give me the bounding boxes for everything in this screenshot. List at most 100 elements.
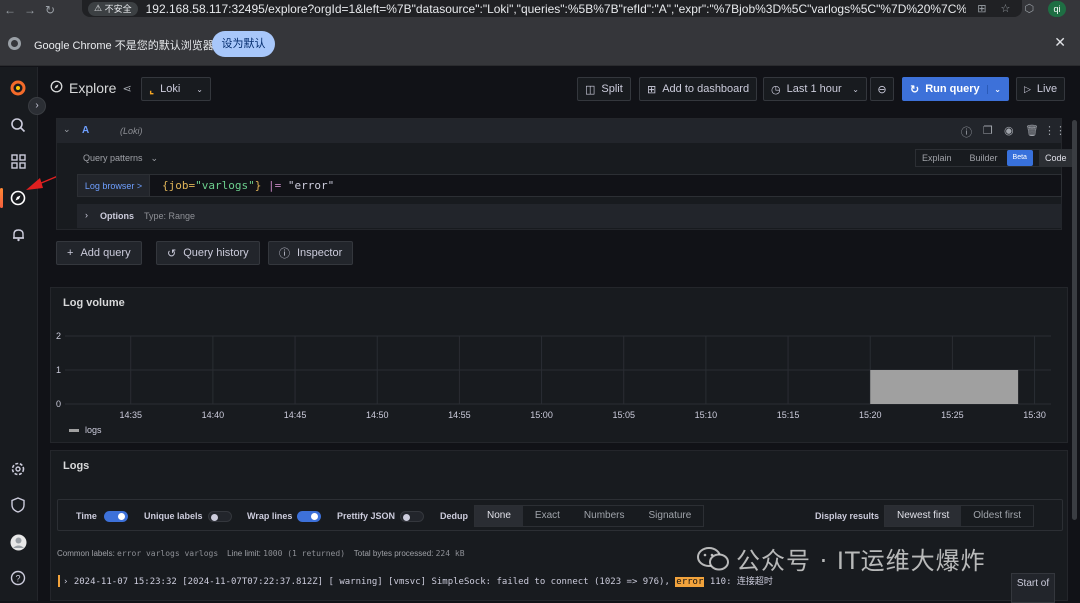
wrap-lines-toggle[interactable] [297, 511, 321, 522]
grafana-logo-icon[interactable] [7, 77, 29, 99]
query-options-row[interactable]: › Options Type: Range [77, 204, 1062, 228]
split-columns-icon: ◫ [585, 83, 596, 96]
page-scrollbar[interactable] [1072, 120, 1077, 520]
start-of-range-button[interactable]: Start of [1011, 573, 1055, 603]
chevron-right-icon: › [63, 577, 69, 587]
apps-grid-icon: ⊞ [647, 83, 657, 96]
query-patterns-dropdown[interactable]: Query patterns ⌄ [83, 153, 158, 164]
query-history-label: Query history [183, 247, 249, 259]
x-tick-label: 15:05 [612, 410, 635, 420]
default-browser-infobar: Google Chrome 不是您的默认浏览器 设为默认 ✕ [0, 20, 1080, 66]
legend-label: logs [85, 425, 102, 435]
log-row[interactable]: › 2024-11-07 15:23:32 [2024-11-07T07:22:… [59, 574, 773, 587]
url-text[interactable]: 192.168.58.117:32495/explore?orgId=1&lef… [146, 2, 966, 16]
query-editor[interactable]: Log browser > {job="varlogs"} |= "error" [77, 174, 1062, 197]
x-tick-label: 14:45 [284, 410, 307, 420]
options-label: Options [100, 211, 134, 221]
common-labels-value: error varlogs varlogs [117, 549, 219, 558]
order-oldest-first[interactable]: Oldest first [961, 506, 1033, 526]
zoom-out-button[interactable]: ⊖ [870, 77, 894, 101]
svg-text:?: ? [15, 574, 20, 584]
query-ref-id[interactable]: A [82, 125, 89, 136]
dedup-exact[interactable]: Exact [523, 506, 572, 526]
loki-logo-icon: ⌞ [149, 83, 155, 96]
expand-sidenav-button[interactable]: › [28, 97, 46, 115]
set-default-button[interactable]: 设为默认 [212, 31, 275, 57]
run-query-label: Run query [925, 83, 980, 95]
eye-icon[interactable]: ◉ [1004, 124, 1014, 137]
time-toggle[interactable] [104, 511, 128, 522]
dedup-numbers[interactable]: Numbers [572, 506, 637, 526]
unique-labels-toggle[interactable] [208, 511, 232, 522]
common-labels-label: Common labels: [57, 549, 115, 558]
query-row-a: ⌄ A (Loki) ⓘ ❐ ◉ 🗑 ⋮⋮ Query patterns ⌄ E… [56, 118, 1074, 230]
code-filter-value: "error" [287, 179, 335, 192]
reload-icon[interactable]: ↻ [40, 3, 60, 17]
dedup-signature[interactable]: Signature [637, 506, 704, 526]
log-volume-chart[interactable]: 0 1 2 14:35 14:40 14:45 14:50 14:55 15:00 15:05 15… [51, 318, 1067, 442]
mode-builder[interactable]: Builder Beta [958, 150, 1039, 166]
url-field[interactable]: ⚠ 不安全 192.168.58.117:32495/explore?orgId… [82, 0, 1022, 17]
not-secure-badge[interactable]: ⚠ 不安全 [88, 1, 138, 16]
order-newest-first[interactable]: Newest first [885, 506, 962, 526]
result-order-options: Newest first Oldest first [884, 505, 1035, 527]
duplicate-icon[interactable]: ❐ [983, 124, 993, 137]
bytes-processed-value: 224 kB [435, 549, 465, 558]
translate-icon[interactable]: ⊞ [977, 2, 986, 15]
collapse-chevron-icon[interactable]: ⌄ [63, 124, 71, 135]
x-tick-label: 14:50 [366, 410, 389, 420]
editor-mode-switch: Explain Builder Beta Code [915, 149, 1074, 167]
alerting-bell-icon[interactable] [7, 223, 29, 245]
dedup-none[interactable]: None [475, 506, 523, 526]
inspector-button[interactable]: ⓘ Inspector [268, 241, 354, 265]
query-datasource-tag: (Loki) [120, 126, 143, 136]
datasource-picker[interactable]: ⌞ Loki ⌄ [141, 77, 211, 101]
run-query-button[interactable]: ↻ Run query ⌄ [902, 77, 1009, 101]
forward-icon[interactable]: → [20, 3, 40, 17]
chart-legend[interactable]: logs [69, 425, 102, 435]
zoom-out-icon: ⊖ [877, 83, 887, 96]
server-admin-shield-icon[interactable] [7, 494, 29, 516]
profile-avatar[interactable]: qi [1048, 0, 1066, 17]
add-to-dashboard-button[interactable]: ⊞ Add to dashboard [639, 77, 758, 101]
mode-code[interactable]: Code [1038, 150, 1073, 166]
x-tick-label: 14:40 [202, 410, 225, 420]
chevron-down-icon: ⌄ [150, 153, 159, 163]
trash-icon[interactable]: 🗑 [1025, 124, 1039, 137]
mode-explain[interactable]: Explain [916, 150, 958, 166]
x-tick-label: 15:15 [777, 410, 800, 420]
time-range-label: Last 1 hour [786, 83, 842, 95]
split-button[interactable]: ◫ Split [577, 77, 631, 101]
help-icon[interactable]: ? [7, 567, 29, 589]
add-query-button[interactable]: + Add query [56, 241, 142, 265]
split-label: Split [601, 83, 623, 95]
chevron-down-icon[interactable]: ⌄ [987, 84, 1001, 94]
query-history-button[interactable]: ↺ Query history [156, 241, 260, 265]
extension-icon[interactable]: ⬡ [1024, 2, 1034, 15]
bookmark-star-icon[interactable]: ☆ [1001, 2, 1011, 15]
query-code[interactable]: {job="varlogs"} |= "error" [162, 179, 334, 192]
drag-handle-icon[interactable]: ⋮⋮ [1044, 124, 1066, 137]
live-button[interactable]: ▷ Live [1016, 77, 1066, 101]
options-type: Type: Range [144, 211, 196, 221]
log-browser-button[interactable]: Log browser > [78, 175, 150, 196]
unique-labels-toggle-label: Unique labels [144, 511, 203, 521]
prettify-json-toggle[interactable] [400, 511, 424, 522]
explore-toolbar: Explore ⋖ ⌞ Loki ⌄ ◫ Split ⊞ Add to dash… [38, 67, 1080, 109]
share-icon[interactable]: ⋖ [122, 82, 131, 95]
configuration-gear-icon[interactable] [7, 458, 29, 480]
back-icon[interactable]: ← [0, 3, 20, 17]
logs-title: Logs [63, 460, 90, 472]
help-icon[interactable]: ⓘ [961, 124, 972, 140]
y-tick-label: 1 [56, 365, 61, 375]
volume-bar [870, 370, 1019, 404]
user-avatar[interactable] [7, 531, 29, 553]
dedup-label: Dedup [440, 511, 468, 521]
watermark: 公众号 · IT运维大爆炸 [696, 541, 986, 576]
close-icon[interactable]: ✕ [1054, 34, 1066, 51]
code-selector-close: } [254, 179, 262, 192]
prettify-json-toggle-label: Prettify JSON [337, 511, 396, 521]
code-pipe-operator: |= [267, 179, 282, 192]
log-line-text: 2024-11-07 15:23:32 [2024-11-07T07:22:37… [73, 577, 670, 587]
time-range-picker[interactable]: ◷ Last 1 hour ⌄ [763, 77, 867, 101]
